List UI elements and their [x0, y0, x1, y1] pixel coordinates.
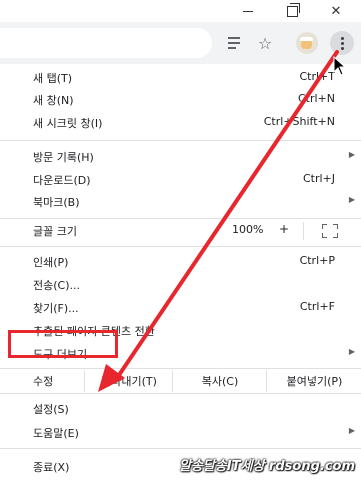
- settings-label: 설정(S): [33, 403, 69, 416]
- find-label: 찾기(F)...: [33, 302, 79, 315]
- print-label: 인쇄(P): [33, 256, 69, 269]
- close-icon: ✕: [330, 3, 342, 19]
- fullscreen-icon[interactable]: [322, 224, 338, 238]
- submenu-arrow-icon: ▶: [348, 347, 355, 356]
- restore-icon: [286, 2, 300, 17]
- browser-toolbar: ☆: [0, 22, 361, 65]
- bookmarks-label: 북마크(B): [33, 196, 80, 209]
- close-button[interactable]: ✕: [314, 0, 358, 22]
- help-label: 도움말(E): [33, 427, 79, 440]
- maximize-button[interactable]: [270, 0, 314, 22]
- new-window-shortcut: Ctrl+N: [297, 92, 335, 105]
- profile-avatar[interactable]: [296, 32, 318, 54]
- menu-divider: [0, 368, 361, 369]
- incognito-label: 새 시크릿 창(I): [33, 117, 103, 130]
- menu-item-downloads[interactable]: 다운로드(D) Ctrl+J: [0, 169, 361, 191]
- paste-button[interactable]: 붙여넣기(P): [266, 370, 361, 392]
- submenu-arrow-icon: ▶: [348, 426, 355, 435]
- chrome-main-menu: 새 탭(T) Ctrl+T 새 창(N) Ctrl+N 새 시크릿 창(I) C…: [0, 64, 361, 484]
- zoom-divider: [303, 222, 304, 240]
- incognito-shortcut: Ctrl+Shift+N: [263, 115, 335, 128]
- menu-item-new-tab[interactable]: 새 탭(T) Ctrl+T: [0, 67, 361, 89]
- new-tab-label: 새 탭(T): [33, 72, 73, 85]
- cast-label: 전송(C)...: [33, 279, 80, 292]
- bookmark-star-icon[interactable]: ☆: [255, 33, 275, 53]
- downloads-label: 다운로드(D): [33, 174, 91, 187]
- menu-item-settings[interactable]: 설정(S): [0, 398, 361, 420]
- menu-item-history[interactable]: 방문 기록(H) ▶: [0, 146, 361, 168]
- copy-button[interactable]: 복사(C): [172, 370, 267, 392]
- zoom-in-button[interactable]: +: [279, 222, 289, 236]
- menu-item-find[interactable]: 찾기(F)... Ctrl+F: [0, 297, 361, 319]
- downloads-shortcut: Ctrl+J: [302, 172, 335, 185]
- menu-divider: [0, 393, 361, 394]
- new-tab-shortcut: Ctrl+T: [299, 70, 335, 83]
- menu-item-bookmarks[interactable]: 북마크(B) ▶: [0, 191, 361, 213]
- settings-highlight-box: [8, 330, 118, 358]
- zoom-level: 100%: [232, 223, 264, 236]
- menu-divider: [0, 246, 361, 247]
- print-shortcut: Ctrl+P: [299, 254, 335, 267]
- submenu-arrow-icon: ▶: [348, 150, 355, 159]
- history-label: 방문 기록(H): [33, 151, 94, 164]
- menu-item-incognito[interactable]: 새 시크릿 창(I) Ctrl+Shift+N: [0, 112, 361, 134]
- mouse-cursor-icon: [333, 56, 347, 76]
- find-shortcut: Ctrl+F: [299, 300, 335, 313]
- address-bar[interactable]: [0, 28, 212, 58]
- more-menu-icon[interactable]: [330, 31, 354, 55]
- minimize-icon: [243, 10, 253, 12]
- zoom-label: 글꼴 크기: [33, 225, 77, 238]
- new-window-label: 새 창(N): [33, 94, 74, 107]
- window-titlebar: ✕: [0, 0, 361, 22]
- exit-label: 종료(X): [33, 461, 70, 474]
- edit-label: 수정: [33, 375, 54, 388]
- submenu-arrow-icon: ▶: [348, 195, 355, 204]
- menu-item-help[interactable]: 도움말(E) ▶: [0, 422, 361, 444]
- menu-item-print[interactable]: 인쇄(P) Ctrl+P: [0, 251, 361, 273]
- menu-divider: [0, 218, 361, 219]
- menu-item-new-window[interactable]: 새 창(N) Ctrl+N: [0, 89, 361, 111]
- menu-item-zoom: 글꼴 크기 100% +: [0, 220, 361, 242]
- menu-divider: [0, 448, 361, 449]
- menu-edit-row: 수정 잘라내기(T) 복사(C) 붙여넣기(P): [0, 370, 361, 392]
- reading-list-icon[interactable]: [224, 33, 244, 53]
- menu-item-cast[interactable]: 전송(C)...: [0, 274, 361, 296]
- watermark-text: 알송달송IT세상 rdsong.com: [178, 459, 355, 474]
- minimize-button[interactable]: [226, 0, 270, 22]
- menu-divider: [0, 140, 361, 141]
- cut-button[interactable]: 잘라내기(T): [84, 370, 173, 392]
